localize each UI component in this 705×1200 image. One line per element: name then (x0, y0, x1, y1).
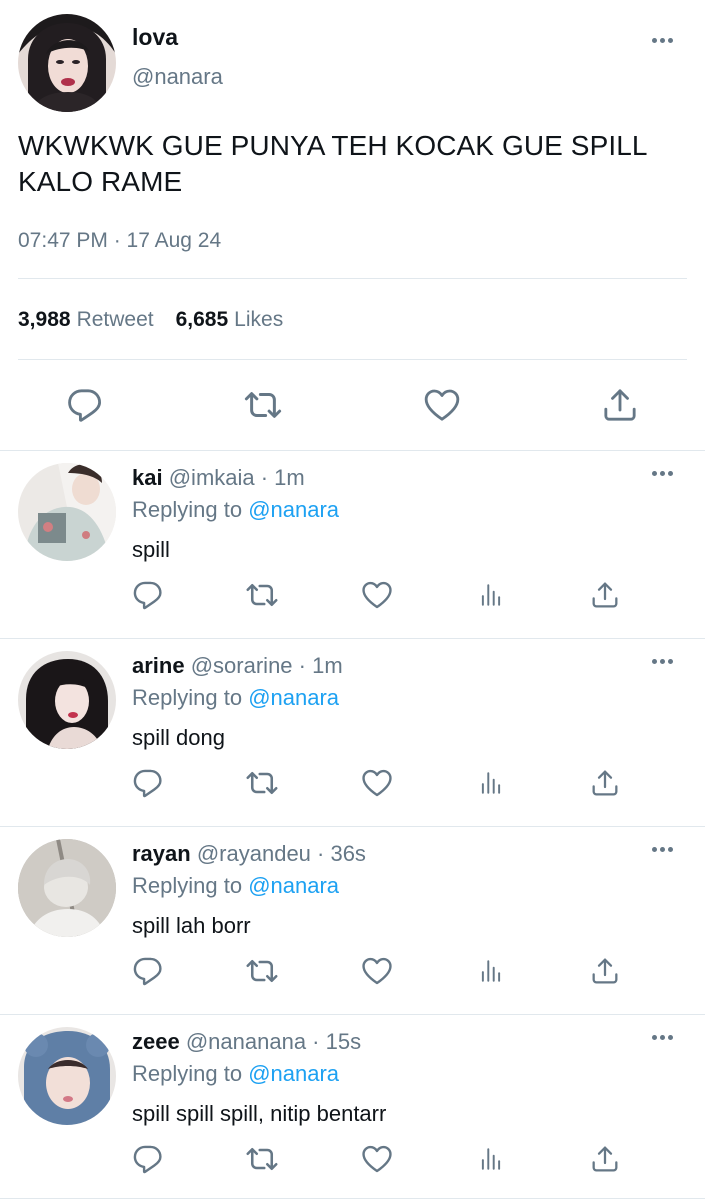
divider (0, 1198, 705, 1199)
mention-link[interactable]: @nanara (248, 685, 339, 710)
replying-prefix: Replying to (132, 873, 243, 898)
mention-link[interactable]: @nanara (248, 873, 339, 898)
retweet-icon[interactable] (244, 1141, 280, 1177)
divider (18, 278, 687, 279)
share-icon[interactable] (587, 577, 623, 613)
analytics-icon[interactable] (473, 765, 509, 801)
reply-author-name[interactable]: zeee (132, 1029, 180, 1054)
analytics-icon[interactable] (473, 577, 509, 613)
reply-header: rayan @rayandeu · 36s (132, 841, 366, 867)
retweet-icon[interactable] (244, 577, 280, 613)
reply-handle-time: @rayandeu · 36s (196, 841, 366, 866)
replying-prefix: Replying to (132, 1061, 243, 1086)
tweet-timestamp: 07:47 PM · 17 Aug 24 (18, 229, 222, 252)
reply-icon[interactable] (64, 384, 106, 426)
share-icon[interactable] (587, 1141, 623, 1177)
reply-header: arine @sorarine · 1m (132, 653, 343, 679)
replying-to: Replying to @nanara (132, 873, 339, 899)
avatar[interactable] (18, 1027, 116, 1125)
reply-handle-time: @imkaia · 1m (168, 465, 305, 490)
heart-icon[interactable] (359, 1141, 395, 1177)
tweet-stats: 3,988 Retweet 6,685 Likes (18, 308, 305, 332)
reply-icon[interactable] (130, 577, 166, 613)
author-name[interactable]: lova (132, 24, 178, 51)
reply-text: spill (132, 537, 170, 562)
avatar[interactable] (18, 14, 116, 112)
reply-tweet[interactable]: arine @sorarine · 1m Replying to @nanara… (0, 638, 705, 826)
mention-link[interactable]: @nanara (248, 1061, 339, 1086)
mention-link[interactable]: @nanara (248, 497, 339, 522)
heart-icon[interactable] (359, 765, 395, 801)
heart-icon[interactable] (359, 577, 395, 613)
reply-text: spill lah borr (132, 913, 251, 938)
more-icon[interactable] (648, 467, 677, 480)
retweets-label[interactable]: Retweet (77, 308, 154, 331)
analytics-icon[interactable] (473, 1141, 509, 1177)
avatar[interactable] (18, 463, 116, 561)
more-icon[interactable] (648, 1031, 677, 1044)
heart-icon[interactable] (421, 384, 463, 426)
replying-to: Replying to @nanara (132, 1061, 339, 1087)
reply-icon[interactable] (130, 765, 166, 801)
reply-header: zeee @nananana · 15s (132, 1029, 361, 1055)
reply-author-name[interactable]: rayan (132, 841, 191, 866)
reply-icon[interactable] (130, 1141, 166, 1177)
tweet-text: WKWKWK GUE PUNYA TEH KOCAK GUE SPILL KAL… (18, 130, 647, 197)
retweet-icon[interactable] (242, 384, 284, 426)
reply-tweet[interactable]: kai @imkaia · 1m Replying to @nanara spi… (0, 450, 705, 638)
reply-author-name[interactable]: arine (132, 653, 185, 678)
reply-text: spill spill spill, nitip bentarr (132, 1101, 387, 1126)
more-icon[interactable] (648, 843, 677, 856)
retweets-count[interactable]: 3,988 (18, 308, 71, 331)
reply-header: kai @imkaia · 1m (132, 465, 305, 491)
replying-prefix: Replying to (132, 685, 243, 710)
reply-text: spill dong (132, 725, 225, 750)
author-handle[interactable]: @nanara (132, 64, 223, 90)
more-icon[interactable] (648, 655, 677, 668)
analytics-icon[interactable] (473, 953, 509, 989)
avatar[interactable] (18, 839, 116, 937)
share-icon[interactable] (587, 765, 623, 801)
likes-label[interactable]: Likes (234, 308, 283, 331)
reply-handle-time: @sorarine · 1m (190, 653, 343, 678)
reply-handle-time: @nananana · 15s (185, 1029, 362, 1054)
replying-to: Replying to @nanara (132, 685, 339, 711)
reply-icon[interactable] (130, 953, 166, 989)
avatar[interactable] (18, 651, 116, 749)
reply-tweet[interactable]: rayan @rayandeu · 36s Replying to @nanar… (0, 826, 705, 1014)
retweet-icon[interactable] (244, 953, 280, 989)
replying-prefix: Replying to (132, 497, 243, 522)
share-icon[interactable] (587, 953, 623, 989)
share-icon[interactable] (599, 384, 641, 426)
divider (18, 359, 687, 360)
likes-count[interactable]: 6,685 (176, 308, 229, 331)
reply-tweet[interactable]: zeee @nananana · 15s Replying to @nanara… (0, 1014, 705, 1200)
main-tweet: lova @nanara WKWKWK GUE PUNYA TEH KOCAK … (0, 0, 705, 452)
more-icon[interactable] (648, 34, 677, 47)
heart-icon[interactable] (359, 953, 395, 989)
replying-to: Replying to @nanara (132, 497, 339, 523)
reply-author-name[interactable]: kai (132, 465, 163, 490)
retweet-icon[interactable] (244, 765, 280, 801)
